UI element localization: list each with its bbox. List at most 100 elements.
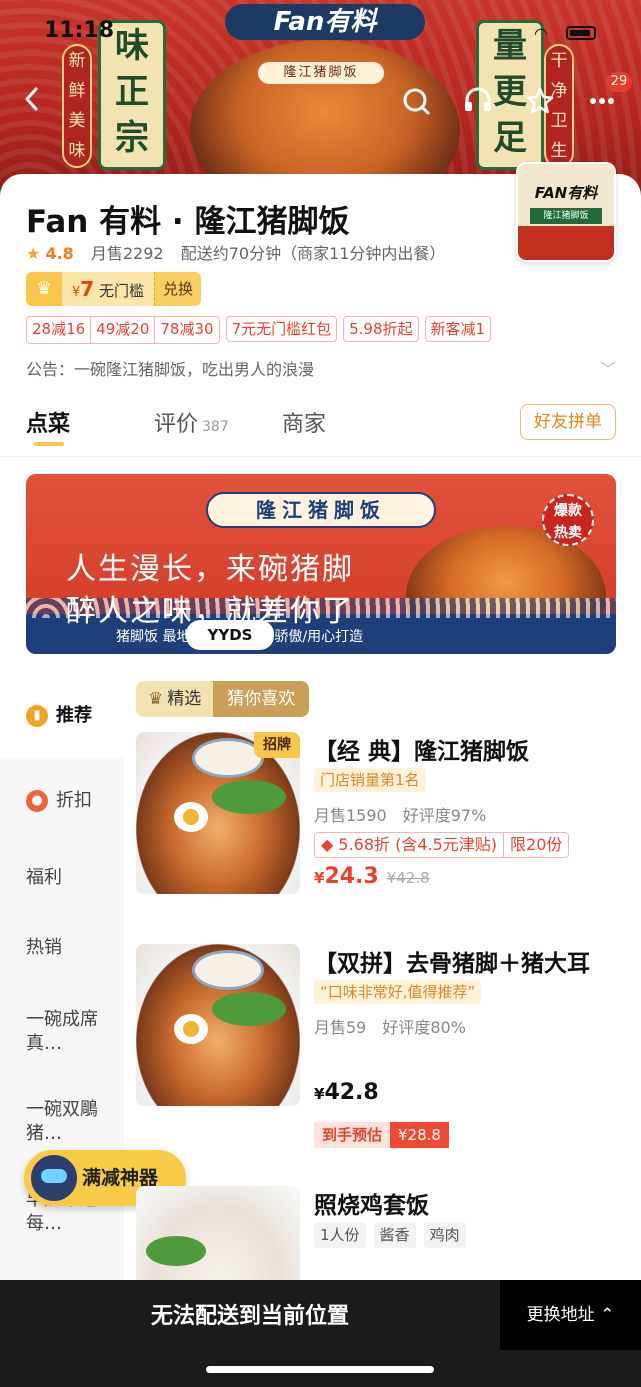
product-tag: 1人份 xyxy=(314,1222,366,1248)
hot-seller-badge: 爆款 热卖 xyxy=(542,494,594,546)
tab-order[interactable]: 点菜 xyxy=(26,406,70,438)
tab-shop[interactable]: 商家 xyxy=(282,406,326,438)
search-button[interactable] xyxy=(398,86,434,118)
category-discount[interactable]: ● 折扣 xyxy=(26,789,116,813)
divider xyxy=(0,456,641,457)
product-tags: 1人份 酱香 鸡肉 xyxy=(314,1222,466,1248)
estimated-price: 到手预估 ¥28.8 xyxy=(314,1122,449,1148)
greens xyxy=(212,780,286,814)
shop-monthly-sales: 月售2292 xyxy=(90,244,164,263)
shop-logo-text: FAN有料 xyxy=(534,184,598,202)
banner-subtitle: 隆江猪脚饭 xyxy=(258,62,384,84)
product-image[interactable]: 招牌 xyxy=(136,732,300,894)
shop-logo-sub: 隆江猪脚饭 xyxy=(530,208,602,224)
product-price: ¥42.8 xyxy=(314,1080,379,1105)
customer-service-button[interactable] xyxy=(460,86,496,118)
greens xyxy=(212,992,286,1026)
friend-order-button[interactable]: 好友拼单 xyxy=(520,404,616,440)
coupon-redeem-button[interactable]: 兑换 xyxy=(154,272,202,306)
rating-star-icon: ★ xyxy=(26,244,41,263)
chevron-down-icon: ﹀ xyxy=(599,360,616,379)
battery-icon xyxy=(566,26,596,40)
tab-review[interactable]: 评价 387 xyxy=(154,406,229,438)
robot-icon xyxy=(28,1152,80,1204)
favorite-button[interactable] xyxy=(522,86,558,118)
category-label: 折扣 xyxy=(56,790,92,811)
tab-review-label: 评价 xyxy=(154,412,199,437)
home-indicator xyxy=(206,1366,434,1373)
egg xyxy=(174,802,208,832)
delivery-unavailable-message: 无法配送到当前位置 xyxy=(150,1304,349,1329)
product-image[interactable] xyxy=(136,1186,300,1280)
shop-logo[interactable]: FAN有料 隆江猪脚饭 xyxy=(516,162,616,262)
category-recommend[interactable]: ▮ 推荐 xyxy=(26,704,116,728)
promo-banner[interactable]: 隆江猪脚饭 人生漫长，来碗猪脚 醉人之味，就差你了 猪脚饭 最地道，猪脚饭的骄傲… xyxy=(26,474,616,654)
coupon-amount: ¥7 无门槛 xyxy=(62,272,154,306)
discount-text: ◆ 5.68折 (含4.5元津贴) xyxy=(321,835,498,854)
estimated-label: 到手预估 xyxy=(314,1122,391,1148)
product-card[interactable]: 招牌 【经 典】隆江猪脚饭 门店销量第1名 月售1590 好评度97% ◆ 5.6… xyxy=(136,732,616,902)
category-double[interactable]: 一碗双鵰猪… xyxy=(26,1098,116,1146)
soup-bowl xyxy=(192,950,264,990)
crown-icon: ♛ xyxy=(148,689,164,709)
bookmark-icon: ▮ xyxy=(26,705,48,727)
product-name: 照烧鸡套饭 xyxy=(314,1193,429,1219)
egg xyxy=(174,1014,208,1044)
shop-notice[interactable]: 公告：一碗隆江猪脚饭，吃出男人的浪漫 ﹀ xyxy=(26,356,616,380)
ad-badge: YYDS xyxy=(186,620,274,650)
crown-icon: ♛ xyxy=(26,272,62,306)
signature-tag: 招牌 xyxy=(254,732,300,758)
product-tag: 酱香 xyxy=(373,1222,416,1248)
product-name: 【双拼】去骨猪脚＋猪大耳 xyxy=(314,951,590,977)
ad-title: 隆江猪脚饭 xyxy=(206,492,436,528)
bottom-bar: 无法配送到当前位置 更换地址 ⌃ xyxy=(0,1280,641,1387)
promo-tag: 28减16 xyxy=(32,320,86,338)
review-count: 387 xyxy=(202,419,229,435)
promo-tag: 5.98折起 xyxy=(343,316,419,342)
status-time: 11:18 xyxy=(44,18,115,43)
shop-logo-band xyxy=(518,226,614,260)
shop-rating: 4.8 xyxy=(45,244,74,263)
original-price: ¥42.8 xyxy=(386,869,430,887)
picks-selected: ♛ 精选 xyxy=(136,681,214,717)
greens xyxy=(146,1236,206,1266)
product-stats: 月售59 好评度80% xyxy=(314,1018,466,1037)
banner-brand: Fan有料 xyxy=(225,4,425,40)
product-name: 【经 典】隆江猪脚饭 xyxy=(314,739,530,765)
search-icon xyxy=(403,88,430,115)
shop-meta: ★ 4.8 月售2292 配送约70分钟（商家11分钟内出餐） xyxy=(26,240,445,264)
tab-active-indicator xyxy=(34,442,64,446)
category-welfare[interactable]: 福利 xyxy=(26,866,116,890)
wifi-icon: ◠ xyxy=(534,24,548,43)
product-discount: ◆ 5.68折 (含4.5元津贴) 限20份 xyxy=(314,832,570,858)
back-button[interactable] xyxy=(14,86,50,118)
product-tag: 鸡肉 xyxy=(423,1222,466,1248)
product-price: ¥24.3 ¥42.8 xyxy=(314,864,430,889)
banner-seal-left: 新鲜美味 xyxy=(62,44,92,168)
promo-tags[interactable]: 28减16 49减20 78减30 7元无门槛红包 5.98折起 新客减1 xyxy=(26,316,492,344)
product-stats: 月售1590 好评度97% xyxy=(314,806,487,825)
star-icon xyxy=(526,87,554,114)
full-reduction-group: 28减16 49减20 78减30 xyxy=(26,316,220,344)
product-image[interactable] xyxy=(136,944,300,1106)
notice-text: 公告：一碗隆江猪脚饭，吃出男人的浪漫 xyxy=(26,360,315,379)
promo-tag: 78减30 xyxy=(154,317,218,343)
product-card[interactable]: 照烧鸡套饭 1人份 酱香 鸡肉 xyxy=(136,1186,616,1280)
discount-limit: 限20份 xyxy=(503,833,568,857)
headset-icon xyxy=(465,87,491,111)
change-address-button[interactable]: 更换地址 ⌃ xyxy=(500,1280,641,1350)
promo-tag: 7元无门槛红包 xyxy=(225,316,338,342)
category-hot[interactable]: 热销 xyxy=(26,936,116,960)
chevron-left-icon xyxy=(25,87,38,111)
product-card[interactable]: 【双拼】去骨猪脚＋猪大耳 “口味非常好,值得推荐” 月售59 好评度80% ¥42… xyxy=(136,944,616,1154)
member-coupon[interactable]: ♛ ¥7 无门槛 兑换 xyxy=(26,272,202,306)
shop-title: Fan 有料 · 隆江猪脚饭 xyxy=(26,204,350,240)
message-badge: 29 xyxy=(606,72,632,92)
picks-guess: 猜你喜欢 xyxy=(213,681,310,717)
location-icon: ● xyxy=(26,790,48,812)
picks-header: ♛ 精选 猜你喜欢 xyxy=(136,681,310,717)
ad-slogan-1: 人生漫长，来碗猪脚 xyxy=(66,552,354,587)
product-review-quote: “口味非常好,值得推荐” xyxy=(314,980,482,1004)
status-indicators: ◠ xyxy=(534,24,596,43)
category-set-meal[interactable]: 一碗成席真… xyxy=(26,1008,116,1056)
